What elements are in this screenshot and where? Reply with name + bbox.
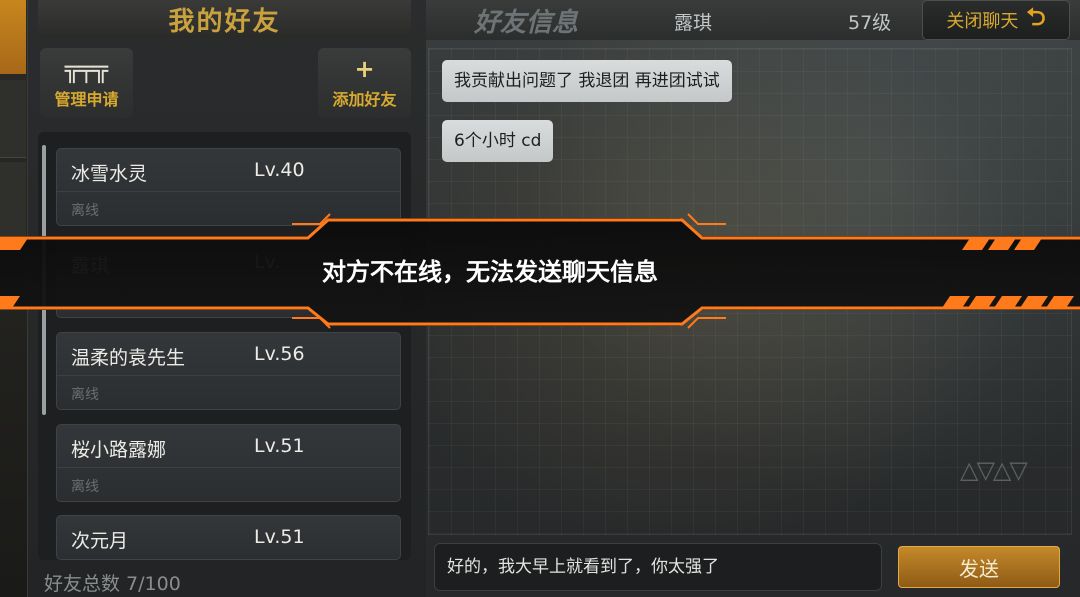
friend-level: Lv. [254,251,281,273]
friends-title-bar: 我的好友 [38,0,411,38]
plus-icon: + [354,55,375,83]
active-side-tab[interactable] [0,0,26,74]
friend-level: Lv.56 [254,343,305,365]
friend-item[interactable]: 温柔的袁先生 Lv.56 离线 [56,332,401,410]
send-button[interactable]: 发送 [898,546,1060,588]
chat-input[interactable]: 好的，我大早上就看到了，你太强了 [434,543,882,591]
friend-level: Lv.40 [254,159,305,181]
friend-item[interactable]: 桜小路露娜 Lv.51 离线 [56,424,401,502]
manage-requests-label: 管理申请 [54,90,119,109]
close-chat-label: 关闭聊天 [946,11,1019,32]
return-arrow-icon: ⮌ [1026,2,1046,31]
friend-name: 温柔的袁先生 [71,347,186,369]
friend-status [57,283,400,319]
friend-item[interactable]: 露琪 Lv. [56,240,401,318]
chat-message: 6个小时 cd [442,120,554,162]
friend-name: 桜小路露娜 [71,439,167,461]
friend-item[interactable]: 冰雪水灵 Lv.40 离线 [56,148,401,226]
manage-requests-button[interactable]: ╦╤╦ 管理申请 [40,48,133,118]
add-friend-label: 添加好友 [332,90,397,109]
add-friend-button[interactable]: + 添加好友 [318,48,411,118]
friend-item[interactable]: 次元月 Lv.51 [56,515,401,560]
friend-status: 离线 [57,375,400,411]
page-title: 我的好友 [168,6,281,37]
decorative-triangles-icon: △▽△▽ [960,456,1028,484]
friend-name: 露琪 [71,255,110,277]
friend-status: 离线 [57,467,400,503]
side-tab[interactable] [0,162,26,240]
chat-title: 好友信息 [474,8,579,38]
chat-message: 我贡献出问题了 我退团 再进团试试 [442,60,732,102]
list-filter-icon: ╦╤╦ [64,55,109,83]
friend-name: 冰雪水灵 [71,163,148,185]
friend-level: Lv.51 [254,526,305,548]
friend-name: 次元月 [71,530,129,552]
friend-list-scrollbar[interactable] [42,145,46,415]
friend-total-count: 好友总数 7/100 [44,573,181,595]
chat-friend-level: 57级 [848,12,892,34]
friend-level: Lv.51 [254,435,305,457]
chat-friend-name: 露琪 [674,12,713,34]
left-edge-strip [0,0,28,597]
close-chat-button[interactable]: 关闭聊天 ⮌ [922,0,1070,40]
side-tab[interactable] [0,80,26,158]
friend-status: 离线 [57,191,400,227]
